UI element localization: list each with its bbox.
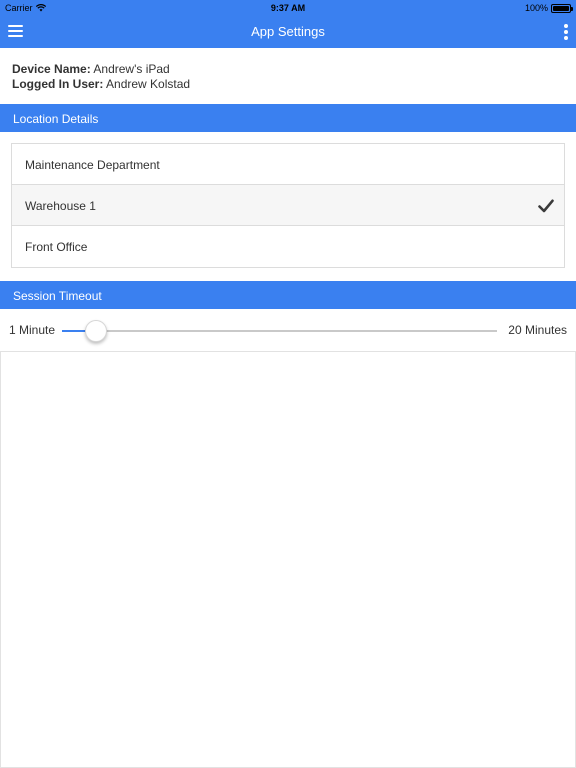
status-time: 9:37 AM [270, 3, 306, 13]
device-info: Device Name: Andrew's iPad Logged In Use… [12, 62, 190, 92]
device-name-row: Device Name: Andrew's iPad [12, 62, 190, 77]
location-item-label: Front Office [25, 240, 88, 254]
battery-icon [551, 3, 573, 13]
location-item-label: Maintenance Department [25, 158, 160, 172]
page-title: App Settings [251, 24, 325, 39]
location-item-front-office[interactable]: Front Office [12, 226, 564, 267]
slider-min-label: 1 Minute [9, 323, 56, 337]
logged-in-user-row: Logged In User: Andrew Kolstad [12, 77, 190, 92]
status-bar: Carrier 9:37 AM 100% [0, 0, 576, 16]
session-timeout-slider[interactable] [62, 320, 497, 342]
location-item-maintenance-department[interactable]: Maintenance Department [12, 144, 564, 185]
device-name-value: Andrew's iPad [93, 62, 170, 76]
location-list: Maintenance Department Warehouse 1 Front… [11, 143, 565, 268]
session-timeout-slider-row: 1 Minute 20 Minutes [0, 315, 576, 345]
slider-thumb[interactable] [85, 320, 108, 342]
location-details-header: Location Details [0, 104, 576, 132]
content-area [0, 351, 576, 768]
logged-in-user-value: Andrew Kolstad [106, 77, 191, 91]
checkmark-icon [538, 199, 554, 213]
battery-indicator: 100% [524, 3, 573, 13]
device-name-label: Device Name: [12, 62, 91, 76]
session-timeout-header: Session Timeout [0, 281, 576, 309]
slider-max-label: 20 Minutes [508, 323, 567, 337]
location-item-warehouse-1[interactable]: Warehouse 1 [12, 185, 564, 226]
location-item-label: Warehouse 1 [25, 199, 96, 213]
nav-bar: App Settings [0, 16, 576, 48]
logged-in-user-label: Logged In User: [12, 77, 104, 91]
vertical-ellipsis-icon[interactable] [563, 24, 569, 40]
battery-percent: 100% [524, 3, 548, 13]
